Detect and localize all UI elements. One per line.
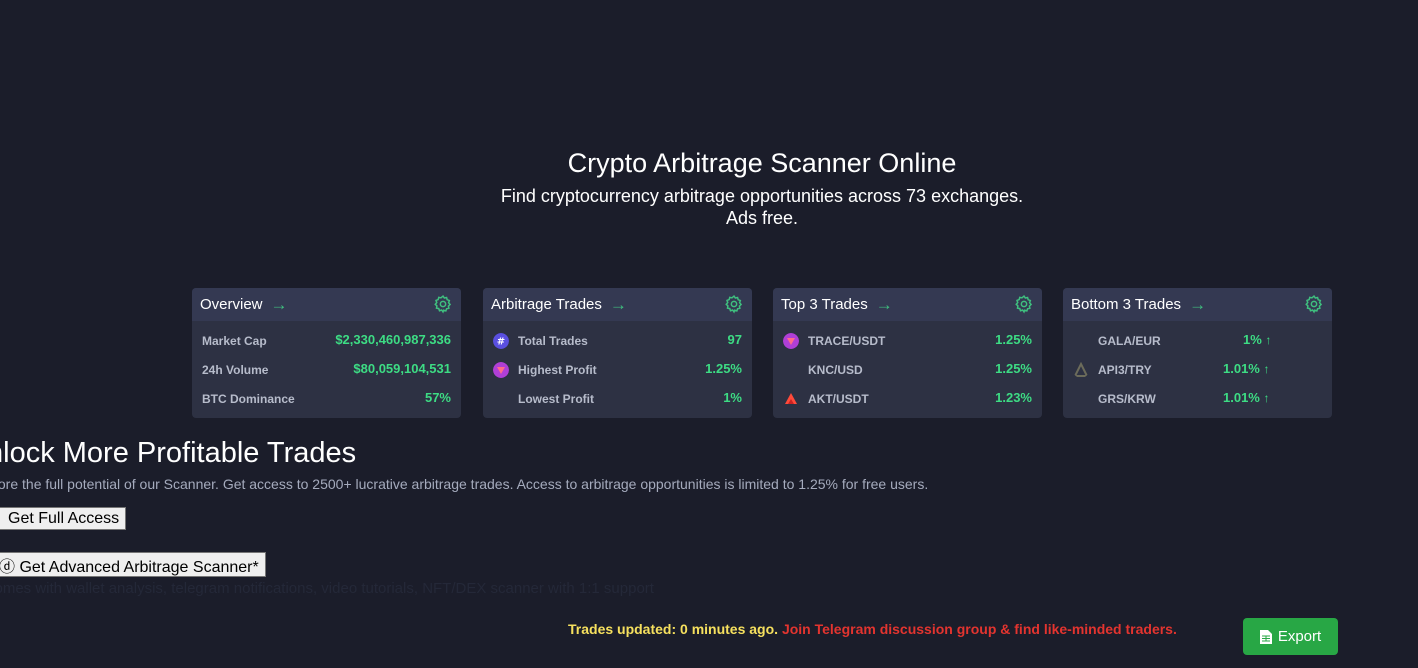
- overview-card-title: Overview: [200, 296, 263, 313]
- table-row[interactable]: GALA/EUR 1% ↑: [1063, 331, 1332, 351]
- total-trades-value: 97: [727, 332, 742, 347]
- hero-section: Crypto Arbitrage Scanner Online Find cry…: [0, 146, 1418, 229]
- unlock-description: plore the full potential of our Scanner.…: [0, 476, 929, 492]
- trade-profit: 1.23%: [995, 390, 1032, 405]
- lowest-profit-label: Lowest Profit: [518, 392, 595, 406]
- hashtag-icon: #: [493, 333, 509, 349]
- bottom-trades-card-title: Bottom 3 Trades: [1071, 296, 1182, 313]
- gear-icon[interactable]: [1014, 294, 1034, 314]
- arbitrage-card-title: Arbitrage Trades: [491, 296, 602, 313]
- list-item: 24h Volume $80,059,104,531: [192, 360, 461, 380]
- trades-updated-text: Trades updated: 0 minutes ago.: [568, 621, 779, 637]
- hero-subtitle-line1: Find cryptocurrency arbitrage opportunit…: [500, 186, 1024, 206]
- arrow-right-icon[interactable]: →: [610, 296, 627, 313]
- trade-pair: GALA/EUR: [1098, 334, 1161, 348]
- unlock-heading: nlock More Profitable Trades: [0, 437, 357, 469]
- trade-profit: 1.25%: [995, 332, 1032, 347]
- trade-pair: AKT/USDT: [808, 392, 869, 406]
- arrow-up-icon: ↑: [1263, 391, 1270, 405]
- highest-profit-value: 1.25%: [705, 361, 742, 376]
- gear-icon[interactable]: [1304, 294, 1324, 314]
- volume-label: 24h Volume: [202, 363, 269, 377]
- trace-coin-icon: [783, 333, 799, 349]
- badge-icon: ⓓ: [0, 559, 20, 576]
- status-line: Trades updated: 0 minutes ago. Join Tele…: [568, 621, 1177, 637]
- total-trades-label: Total Trades: [518, 334, 588, 348]
- arrow-up-icon: ↑: [1263, 362, 1270, 376]
- overview-card: Overview → Market Cap $2,330,460,987,336…: [192, 288, 461, 418]
- list-item: Highest Profit 1.25%: [483, 360, 752, 380]
- arbitrage-card-header[interactable]: Arbitrage Trades →: [483, 288, 752, 321]
- bottom-trades-card-header[interactable]: Bottom 3 Trades →: [1063, 288, 1332, 321]
- top-trades-card-header[interactable]: Top 3 Trades →: [773, 288, 1042, 321]
- bottom-trades-card: Bottom 3 Trades → GALA/EUR 1% ↑ API3/TRY…: [1063, 288, 1332, 418]
- telegram-link[interactable]: Join Telegram discussion group & find li…: [782, 621, 1177, 637]
- btc-dominance-label: BTC Dominance: [202, 392, 295, 406]
- table-row[interactable]: TRACE/USDT 1.25%: [773, 331, 1042, 351]
- table-row[interactable]: KNC/USD 1.25%: [773, 360, 1042, 380]
- akt-coin-icon: [785, 393, 797, 404]
- get-advanced-scanner-button[interactable]: ⓓ Get Advanced Arbitrage Scanner*: [0, 552, 266, 577]
- arrow-right-icon[interactable]: →: [271, 296, 288, 313]
- trade-pair: GRS/KRW: [1098, 392, 1156, 406]
- coin-logo-icon: [493, 362, 509, 378]
- trade-profit: 1% ↑: [1243, 332, 1272, 347]
- svg-text:#: #: [497, 337, 505, 348]
- hero-subtitle-line2: Ads free.: [725, 208, 799, 228]
- get-advanced-scanner-label: Get Advanced Arbitrage Scanner*: [19, 559, 259, 576]
- volume-value: $80,059,104,531: [353, 361, 451, 376]
- table-row[interactable]: AKT/USDT 1.23%: [773, 389, 1042, 409]
- top-trades-card: Top 3 Trades → TRACE/USDT 1.25% KNC/USD …: [773, 288, 1042, 418]
- arrow-right-icon[interactable]: →: [876, 296, 893, 313]
- export-label: Export: [1277, 628, 1322, 645]
- api3-coin-icon: [1073, 362, 1089, 377]
- list-item: BTC Dominance 57%: [192, 389, 461, 409]
- arrow-right-icon[interactable]: →: [1189, 296, 1206, 313]
- arbitrage-trades-card: Arbitrage Trades → # Total Trades 97 Hig…: [483, 288, 752, 418]
- gear-icon[interactable]: [433, 294, 453, 314]
- page-title: Crypto Arbitrage Scanner Online: [567, 148, 957, 178]
- trade-pair: API3/TRY: [1098, 363, 1152, 377]
- gear-icon[interactable]: [724, 294, 744, 314]
- highest-profit-label: Highest Profit: [518, 363, 597, 377]
- table-row[interactable]: API3/TRY 1.01% ↑: [1063, 360, 1332, 380]
- overview-card-header[interactable]: Overview →: [192, 288, 461, 321]
- hero-subtitle: Find cryptocurrency arbitrage opportunit…: [0, 185, 1418, 229]
- lowest-profit-value: 1%: [723, 390, 742, 405]
- get-full-access-button[interactable]: Get Full Access: [0, 507, 127, 530]
- arrow-up-icon: ↑: [1265, 333, 1272, 347]
- btc-dominance-value: 57%: [424, 390, 451, 405]
- trade-pair: TRACE/USDT: [808, 334, 886, 348]
- top-trades-card-title: Top 3 Trades: [781, 296, 868, 313]
- spreadsheet-icon: [1259, 629, 1272, 644]
- trade-pair: KNC/USD: [808, 363, 863, 377]
- market-cap-label: Market Cap: [202, 334, 267, 348]
- trade-profit: 1.25%: [995, 361, 1032, 376]
- trade-profit: 1.01% ↑: [1223, 390, 1270, 405]
- advanced-scanner-description: comes with wallet analysis, telegram not…: [0, 580, 654, 597]
- list-item: Lowest Profit 1%: [483, 389, 752, 409]
- market-cap-value: $2,330,460,987,336: [335, 332, 451, 347]
- trade-profit: 1.01% ↑: [1223, 361, 1270, 376]
- list-item: # Total Trades 97: [483, 331, 752, 351]
- export-button[interactable]: Export: [1243, 618, 1338, 655]
- table-row[interactable]: GRS/KRW 1.01% ↑: [1063, 389, 1332, 409]
- list-item: Market Cap $2,330,460,987,336: [192, 331, 461, 351]
